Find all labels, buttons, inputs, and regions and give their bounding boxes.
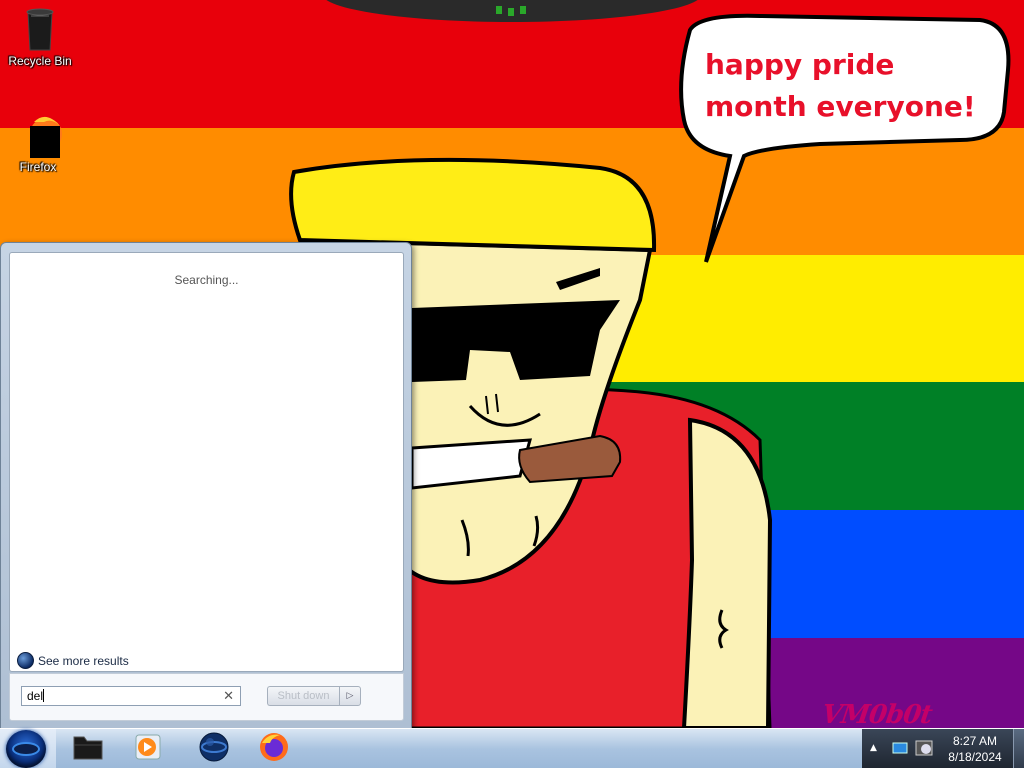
search-input-value: del	[27, 689, 44, 703]
desktop-icon-recycle-bin[interactable]: Recycle Bin	[2, 6, 78, 68]
network-icon[interactable]	[914, 737, 936, 759]
shutdown-button[interactable]: Shut down	[267, 686, 339, 706]
clock-date: 8/18/2024	[948, 750, 1002, 764]
recycle-bin-icon	[18, 6, 62, 52]
searching-status: Searching...	[174, 273, 239, 287]
show-desktop-button[interactable]	[1013, 729, 1024, 768]
taskbar-explorer-button[interactable]	[64, 732, 112, 766]
start-search-input[interactable]: del ✕	[21, 686, 241, 706]
taskbar-firefox-button[interactable]	[250, 732, 298, 766]
desktop-icon-firefox[interactable]: Firefox	[0, 112, 76, 174]
firefox-icon	[16, 112, 62, 158]
search-globe-icon	[17, 652, 34, 669]
recycle-bin-label: Recycle Bin	[8, 54, 72, 68]
firefox-label: Firefox	[19, 160, 57, 174]
taskbar: ▲ 8:27 AM 8/18/2024	[0, 728, 1024, 768]
see-more-results-label: See more results	[38, 653, 129, 668]
system-clock[interactable]: 8:27 AM 8/18/2024	[940, 733, 1010, 765]
start-menu: Searching... See more results del ✕ Shut…	[0, 242, 412, 730]
taskbar-media-player-button[interactable]	[124, 732, 172, 766]
speech-bubble-text: happy pride month everyone!	[705, 48, 976, 123]
artist-signature: VM0b0t	[819, 700, 934, 730]
start-menu-footer: del ✕ Shut down ▷	[9, 673, 404, 721]
clock-time: 8:27 AM	[952, 734, 998, 748]
firefox-icon	[258, 731, 290, 767]
desktop-screen: happy pride month everyone! VM0b0t Recyc…	[0, 0, 1024, 768]
folder-icon	[71, 733, 105, 765]
globe-icon	[198, 731, 230, 767]
search-results-pane: Searching... See more results	[9, 252, 404, 672]
text-caret	[43, 689, 45, 702]
close-icon[interactable]: ✕	[223, 687, 234, 705]
taskbar-ie-button[interactable]	[190, 732, 238, 766]
show-hidden-icons-arrow[interactable]: ▲	[870, 743, 877, 753]
arrow-right-icon[interactable]: ▷	[339, 686, 361, 706]
start-button[interactable]	[6, 730, 46, 768]
action-center-icon[interactable]	[892, 740, 908, 756]
see-more-results-link[interactable]: See more results	[17, 652, 129, 669]
media-player-icon	[134, 733, 162, 765]
